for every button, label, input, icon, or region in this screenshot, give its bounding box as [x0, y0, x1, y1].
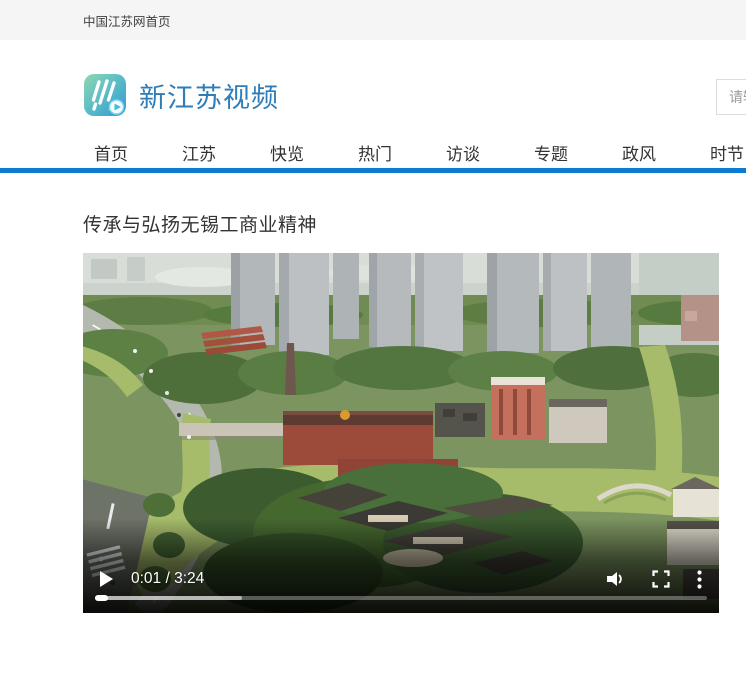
play-icon: [100, 571, 113, 587]
fullscreen-icon: [652, 570, 670, 588]
topbar-home-link[interactable]: 中国江苏网首页: [83, 11, 171, 30]
current-time: 0:01: [131, 570, 161, 587]
progress-played: [95, 595, 108, 601]
progress-buffered: [95, 596, 242, 600]
site-name: 新江苏视频: [139, 76, 279, 115]
nav-item-jiangsu[interactable]: 江苏: [182, 140, 216, 165]
volume-button[interactable]: [604, 569, 625, 589]
play-button[interactable]: [100, 571, 113, 587]
nav-item-season[interactable]: 时节: [710, 140, 744, 165]
nav-accent-line: [0, 168, 746, 173]
site-logo-icon: [83, 73, 127, 117]
volume-icon: [604, 569, 625, 589]
nav-item-home[interactable]: 首页: [94, 140, 128, 165]
progress-bar[interactable]: [95, 596, 707, 600]
nav-item-quick-view[interactable]: 快览: [270, 140, 304, 165]
nav-item-special-topics[interactable]: 专题: [534, 140, 568, 165]
video-player[interactable]: 0:01 / 3:24: [83, 253, 719, 613]
nav-item-hot[interactable]: 热门: [358, 140, 392, 165]
more-options-button[interactable]: [697, 570, 702, 589]
brand[interactable]: 新江苏视频: [83, 73, 279, 117]
more-options-icon: [697, 570, 702, 589]
right-controls: [604, 569, 702, 589]
time-display: 0:01 / 3:24: [131, 570, 204, 588]
nav-item-interviews[interactable]: 访谈: [446, 140, 480, 165]
main-nav: 首页 江苏 快览 热门 访谈 专题 政风 时节: [94, 140, 744, 165]
duration: 3:24: [174, 570, 204, 587]
fullscreen-button[interactable]: [652, 570, 670, 588]
page: 中国江苏网首页 新江苏视频: [0, 0, 746, 698]
time-separator: /: [161, 570, 174, 587]
topbar: 中国江苏网首页: [0, 0, 746, 40]
article-title: 传承与弘扬无锡工商业精神: [83, 210, 317, 237]
player-controls: 0:01 / 3:24: [100, 569, 702, 589]
nav-item-gov-style[interactable]: 政风: [622, 140, 656, 165]
search-input[interactable]: [716, 79, 746, 115]
